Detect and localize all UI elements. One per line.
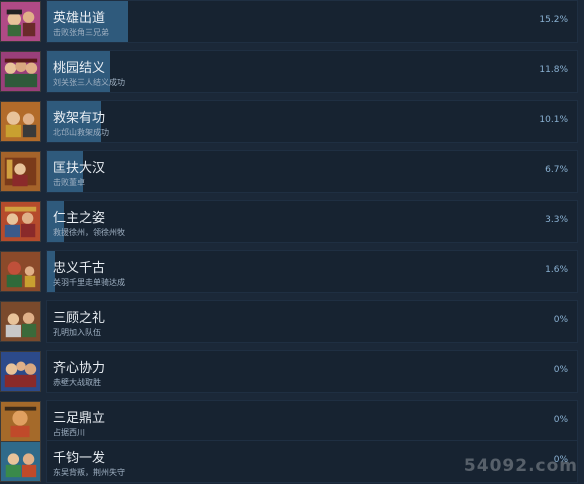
achievement-description: 刘关张三人结义成功 — [53, 78, 125, 87]
achievement-title: 匡扶大汉 — [53, 161, 106, 176]
achievement-row[interactable]: 三顾之礼 孔明加入队伍 0% — [0, 300, 584, 343]
achievement-row[interactable]: 桃园结义 刘关张三人结义成功 11.8% — [0, 50, 584, 93]
achievement-progress-bar: 三顾之礼 孔明加入队伍 0% — [46, 300, 578, 343]
achievement-percent: 6.7% — [545, 165, 568, 175]
achievement-row[interactable]: 齐心协力 赤壁大战取胜 0% — [0, 350, 584, 393]
achievement-percent: 3.3% — [545, 215, 568, 225]
achievement-title: 桃园结义 — [53, 61, 106, 76]
achievement-title: 千钧一发 — [53, 451, 106, 466]
achievement-title: 忠义千古 — [53, 261, 106, 276]
achievement-description: 赤壁大战取胜 — [53, 378, 101, 387]
achievement-title: 齐心协力 — [53, 361, 106, 376]
achievement-percent: 11.8% — [539, 65, 568, 75]
achievement-progress-bar: 英雄出道 击败张角三兄弟 15.2% — [46, 0, 578, 43]
achievement-description: 关羽千里走单骑达成 — [53, 278, 125, 287]
achievement-description: 东吴背叛，荆州失守 — [53, 468, 125, 477]
achievement-title: 三足鼎立 — [53, 411, 106, 426]
achievement-description: 击败董卓 — [53, 178, 85, 187]
achievement-peach-garden-oath-icon — [0, 51, 41, 92]
achievement-rescue-emperor-icon — [0, 101, 41, 142]
achievement-row[interactable]: 英雄出道 击败张角三兄弟 15.2% — [0, 0, 584, 43]
achievement-row[interactable]: 救架有功 北邙山救架成功 10.1% — [0, 100, 584, 143]
achievement-progress-bar: 忠义千古 关羽千里走单骑达成 1.6% — [46, 250, 578, 293]
achievement-percent: 10.1% — [539, 115, 568, 125]
achievement-row[interactable]: 仁主之姿 救援徐州，领徐州牧 3.3% — [0, 200, 584, 243]
site-watermark: 54092.com — [463, 456, 578, 476]
achievement-title: 三顾之礼 — [53, 311, 106, 326]
achievement-benevolent-lord-icon — [0, 201, 41, 242]
achievement-row[interactable]: 三足鼎立 占据西川 0% — [0, 400, 584, 443]
achievement-restore-han-icon — [0, 151, 41, 192]
achievement-progress-bar: 救架有功 北邙山救架成功 10.1% — [46, 100, 578, 143]
achievement-percent: 15.2% — [539, 15, 568, 25]
achievement-title: 救架有功 — [53, 111, 106, 126]
achievement-close-call-icon — [0, 441, 41, 482]
achievement-three-visits-icon — [0, 301, 41, 342]
achievement-description: 救援徐州，领徐州牧 — [53, 228, 125, 237]
achievement-percent: 0% — [553, 415, 568, 425]
achievement-hero-debut-icon — [0, 1, 41, 42]
achievement-percent: 0% — [553, 315, 568, 325]
achievement-three-kingdoms-icon — [0, 401, 41, 442]
achievement-row[interactable]: 匡扶大汉 击败董卓 6.7% — [0, 150, 584, 193]
achievement-title: 英雄出道 — [53, 11, 106, 26]
achievement-title: 仁主之姿 — [53, 211, 106, 226]
achievement-description: 占据西川 — [53, 428, 85, 437]
achievement-progress-bar: 匡扶大汉 击败董卓 6.7% — [46, 150, 578, 193]
achievement-progress-bar: 齐心协力 赤壁大战取胜 0% — [46, 350, 578, 393]
achievement-progress-bar: 三足鼎立 占据西川 0% — [46, 400, 578, 443]
achievement-united-effort-icon — [0, 351, 41, 392]
achievement-description: 孔明加入队伍 — [53, 328, 101, 337]
achievement-row[interactable]: 忠义千古 关羽千里走单骑达成 1.6% — [0, 250, 584, 293]
achievement-percent: 0% — [553, 365, 568, 375]
achievement-progress-bar: 仁主之姿 救援徐州，领徐州牧 3.3% — [46, 200, 578, 243]
achievement-description: 北邙山救架成功 — [53, 128, 109, 137]
achievement-eternal-loyalty-icon — [0, 251, 41, 292]
achievement-percent: 1.6% — [545, 265, 568, 275]
achievement-description: 击败张角三兄弟 — [53, 28, 109, 37]
achievement-progress-bar: 桃园结义 刘关张三人结义成功 11.8% — [46, 50, 578, 93]
